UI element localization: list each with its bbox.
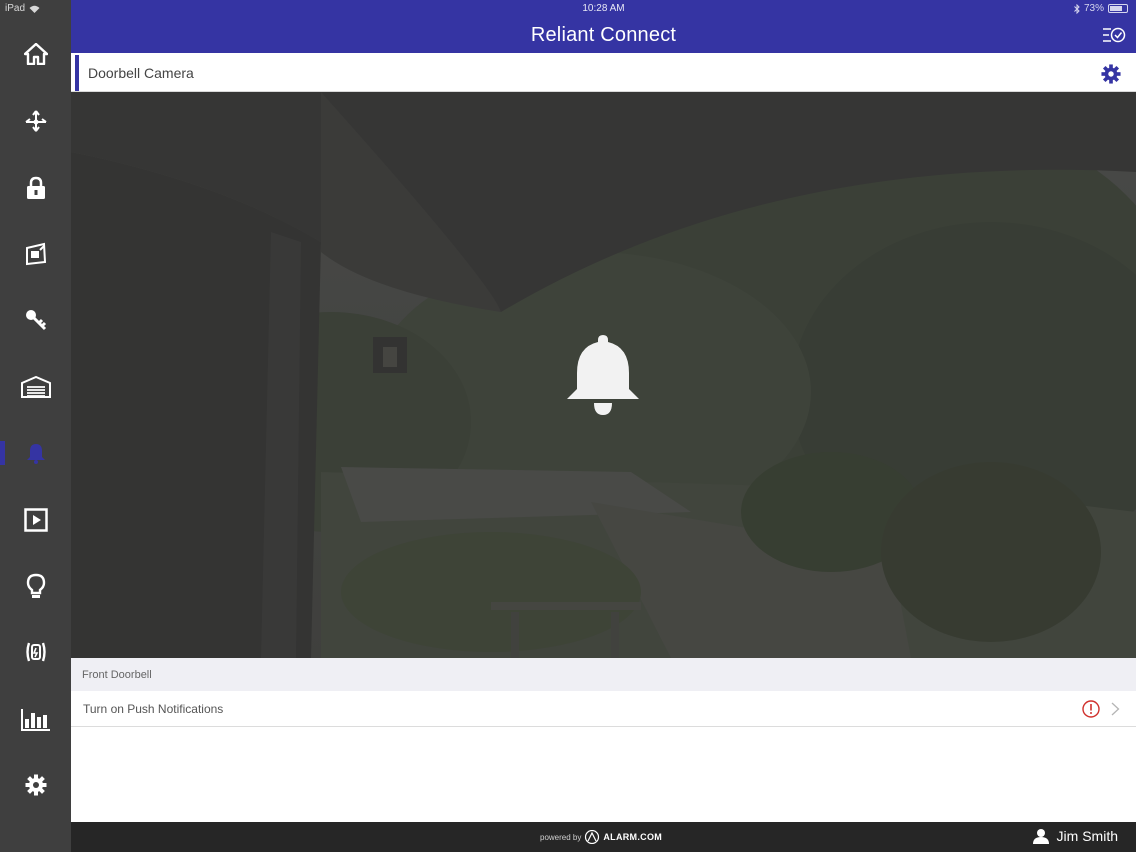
- garage-icon: [20, 376, 51, 398]
- user-account-button[interactable]: Jim Smith: [1032, 828, 1118, 844]
- page-header: Doorbell Camera: [71, 53, 1136, 92]
- thermostat-icon: [25, 242, 46, 266]
- sidebar-item-home[interactable]: [0, 30, 71, 78]
- settings-gear-icon[interactable]: [1101, 64, 1121, 84]
- doorbell-camera-view[interactable]: [71, 92, 1136, 658]
- home-icon: [23, 43, 48, 65]
- app-window: iPad 10:28 AM 73% Reliant Connect Doorbe…: [0, 0, 1136, 852]
- security-arrows-icon: [24, 110, 47, 132]
- sidebar-item-lights[interactable]: [0, 562, 71, 610]
- push-notifications-row[interactable]: Turn on Push Notifications: [71, 691, 1136, 727]
- doorbell-section-header: Front Doorbell: [71, 658, 1136, 691]
- top-header: 10:28 AM 73% Reliant Connect: [71, 0, 1136, 53]
- status-time: 10:28 AM: [582, 3, 625, 14]
- sidebar-item-thermostat[interactable]: [0, 230, 71, 278]
- lightbulb-icon: [26, 573, 45, 598]
- battery-percent: 73%: [1083, 3, 1104, 14]
- alarm-com-logo-icon: [585, 830, 600, 844]
- app-title: Reliant Connect: [530, 24, 677, 46]
- doorbell-ring-bell-icon: [567, 335, 639, 415]
- wifi-icon: [29, 5, 40, 13]
- sidebar-item-settings[interactable]: [0, 761, 71, 809]
- sidebar-item-doorbell[interactable]: [0, 429, 71, 477]
- powered-by-label: powered by: [540, 832, 582, 842]
- video-play-icon: [23, 508, 48, 532]
- page-header-accent: [75, 55, 79, 91]
- device-label: iPad: [5, 3, 26, 14]
- energy-icon: [25, 642, 46, 662]
- bar-chart-icon: [20, 709, 50, 731]
- alert-circle-icon: [1082, 700, 1100, 718]
- footer: powered by ALARM.COM Jim Smith: [71, 822, 1136, 852]
- alarm-com-brand: ALARM.COM: [603, 832, 663, 842]
- page-title: Doorbell Camera: [88, 65, 194, 81]
- user-name: Jim Smith: [1056, 828, 1118, 844]
- status-bar-right: 73%: [1074, 3, 1128, 14]
- battery-icon: [1108, 4, 1128, 13]
- sidebar-item-security[interactable]: [0, 97, 71, 145]
- status-bar-left: iPad: [5, 3, 40, 14]
- powered-by-badge: powered by ALARM.COM: [540, 830, 662, 844]
- sidebar-item-garage[interactable]: [0, 363, 71, 411]
- lock-icon: [26, 176, 45, 199]
- bell-icon: [26, 444, 45, 464]
- gear-icon: [25, 774, 46, 796]
- key-icon: [25, 310, 46, 331]
- sidebar-item-locks[interactable]: [0, 164, 71, 212]
- chevron-right-icon: [1111, 702, 1120, 716]
- sidebar-item-video[interactable]: [0, 496, 71, 544]
- push-notifications-label: Turn on Push Notifications: [83, 702, 224, 716]
- sidebar-item-reports[interactable]: [0, 695, 71, 743]
- history-list-icon[interactable]: [1102, 26, 1126, 44]
- bluetooth-icon: [1074, 3, 1080, 14]
- doorbell-name: Front Doorbell: [82, 669, 152, 681]
- sidebar: iPad: [0, 0, 71, 852]
- sidebar-item-energy[interactable]: [0, 628, 71, 676]
- user-icon: [1032, 829, 1049, 844]
- sidebar-item-access[interactable]: [0, 296, 71, 344]
